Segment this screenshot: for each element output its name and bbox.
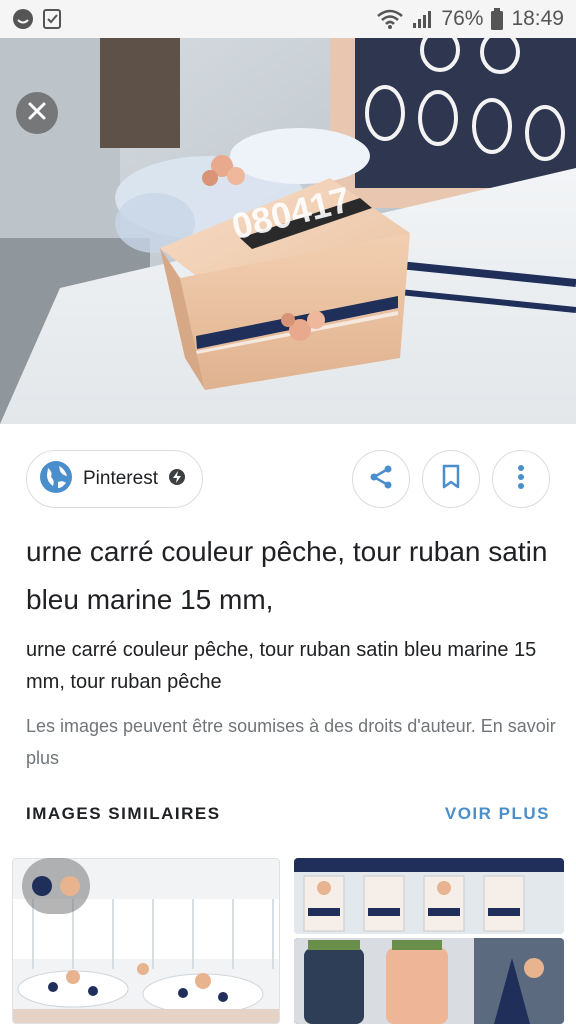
wifi-icon [377, 9, 404, 29]
more-vert-icon [517, 464, 525, 495]
similar-image-2[interactable] [294, 858, 564, 934]
source-name: Pinterest [83, 468, 158, 489]
peach-color-dot [60, 876, 80, 896]
color-palette-overlay [22, 858, 90, 914]
more-options-button[interactable] [492, 450, 550, 508]
result-title[interactable]: urne carré couleur pêche, tour ruban sat… [26, 528, 556, 624]
app-notification-icon [12, 8, 34, 30]
save-button[interactable] [422, 450, 480, 508]
share-icon [368, 464, 394, 495]
status-right: 76% 18:49 [377, 7, 564, 31]
globe-icon [39, 460, 73, 499]
share-button[interactable] [352, 450, 410, 508]
jars-photo [294, 938, 564, 1024]
bookmark-icon [440, 464, 462, 495]
checkbox-notification-icon [42, 8, 62, 30]
close-button[interactable] [16, 92, 58, 134]
hero-image[interactable]: 080417 [0, 38, 576, 424]
navy-color-dot [32, 876, 52, 896]
result-description: urne carré couleur pêche, tour ruban sat… [26, 639, 537, 693]
see-more-link[interactable]: VOIR PLUS [445, 804, 550, 824]
card-box-photo: 080417 [0, 38, 576, 424]
source-chip[interactable]: Pinterest [26, 450, 203, 508]
close-icon [27, 101, 47, 126]
battery-icon [491, 8, 504, 30]
status-left [12, 8, 62, 30]
similar-image-3[interactable] [294, 938, 564, 1024]
clock: 18:49 [511, 7, 564, 30]
similar-images-header: IMAGES SIMILAIRES VOIR PLUS [26, 804, 550, 824]
signal-icon [411, 9, 433, 29]
status-bar: 76% 18:49 [0, 0, 576, 38]
source-row: Pinterest [26, 450, 550, 508]
verified-icon [168, 468, 186, 491]
chairs-photo [294, 858, 564, 934]
similar-images-title: IMAGES SIMILAIRES [26, 804, 221, 823]
copyright-notice[interactable]: Les images peuvent être soumises à des d… [26, 710, 556, 774]
battery-percent: 76% [441, 7, 484, 30]
